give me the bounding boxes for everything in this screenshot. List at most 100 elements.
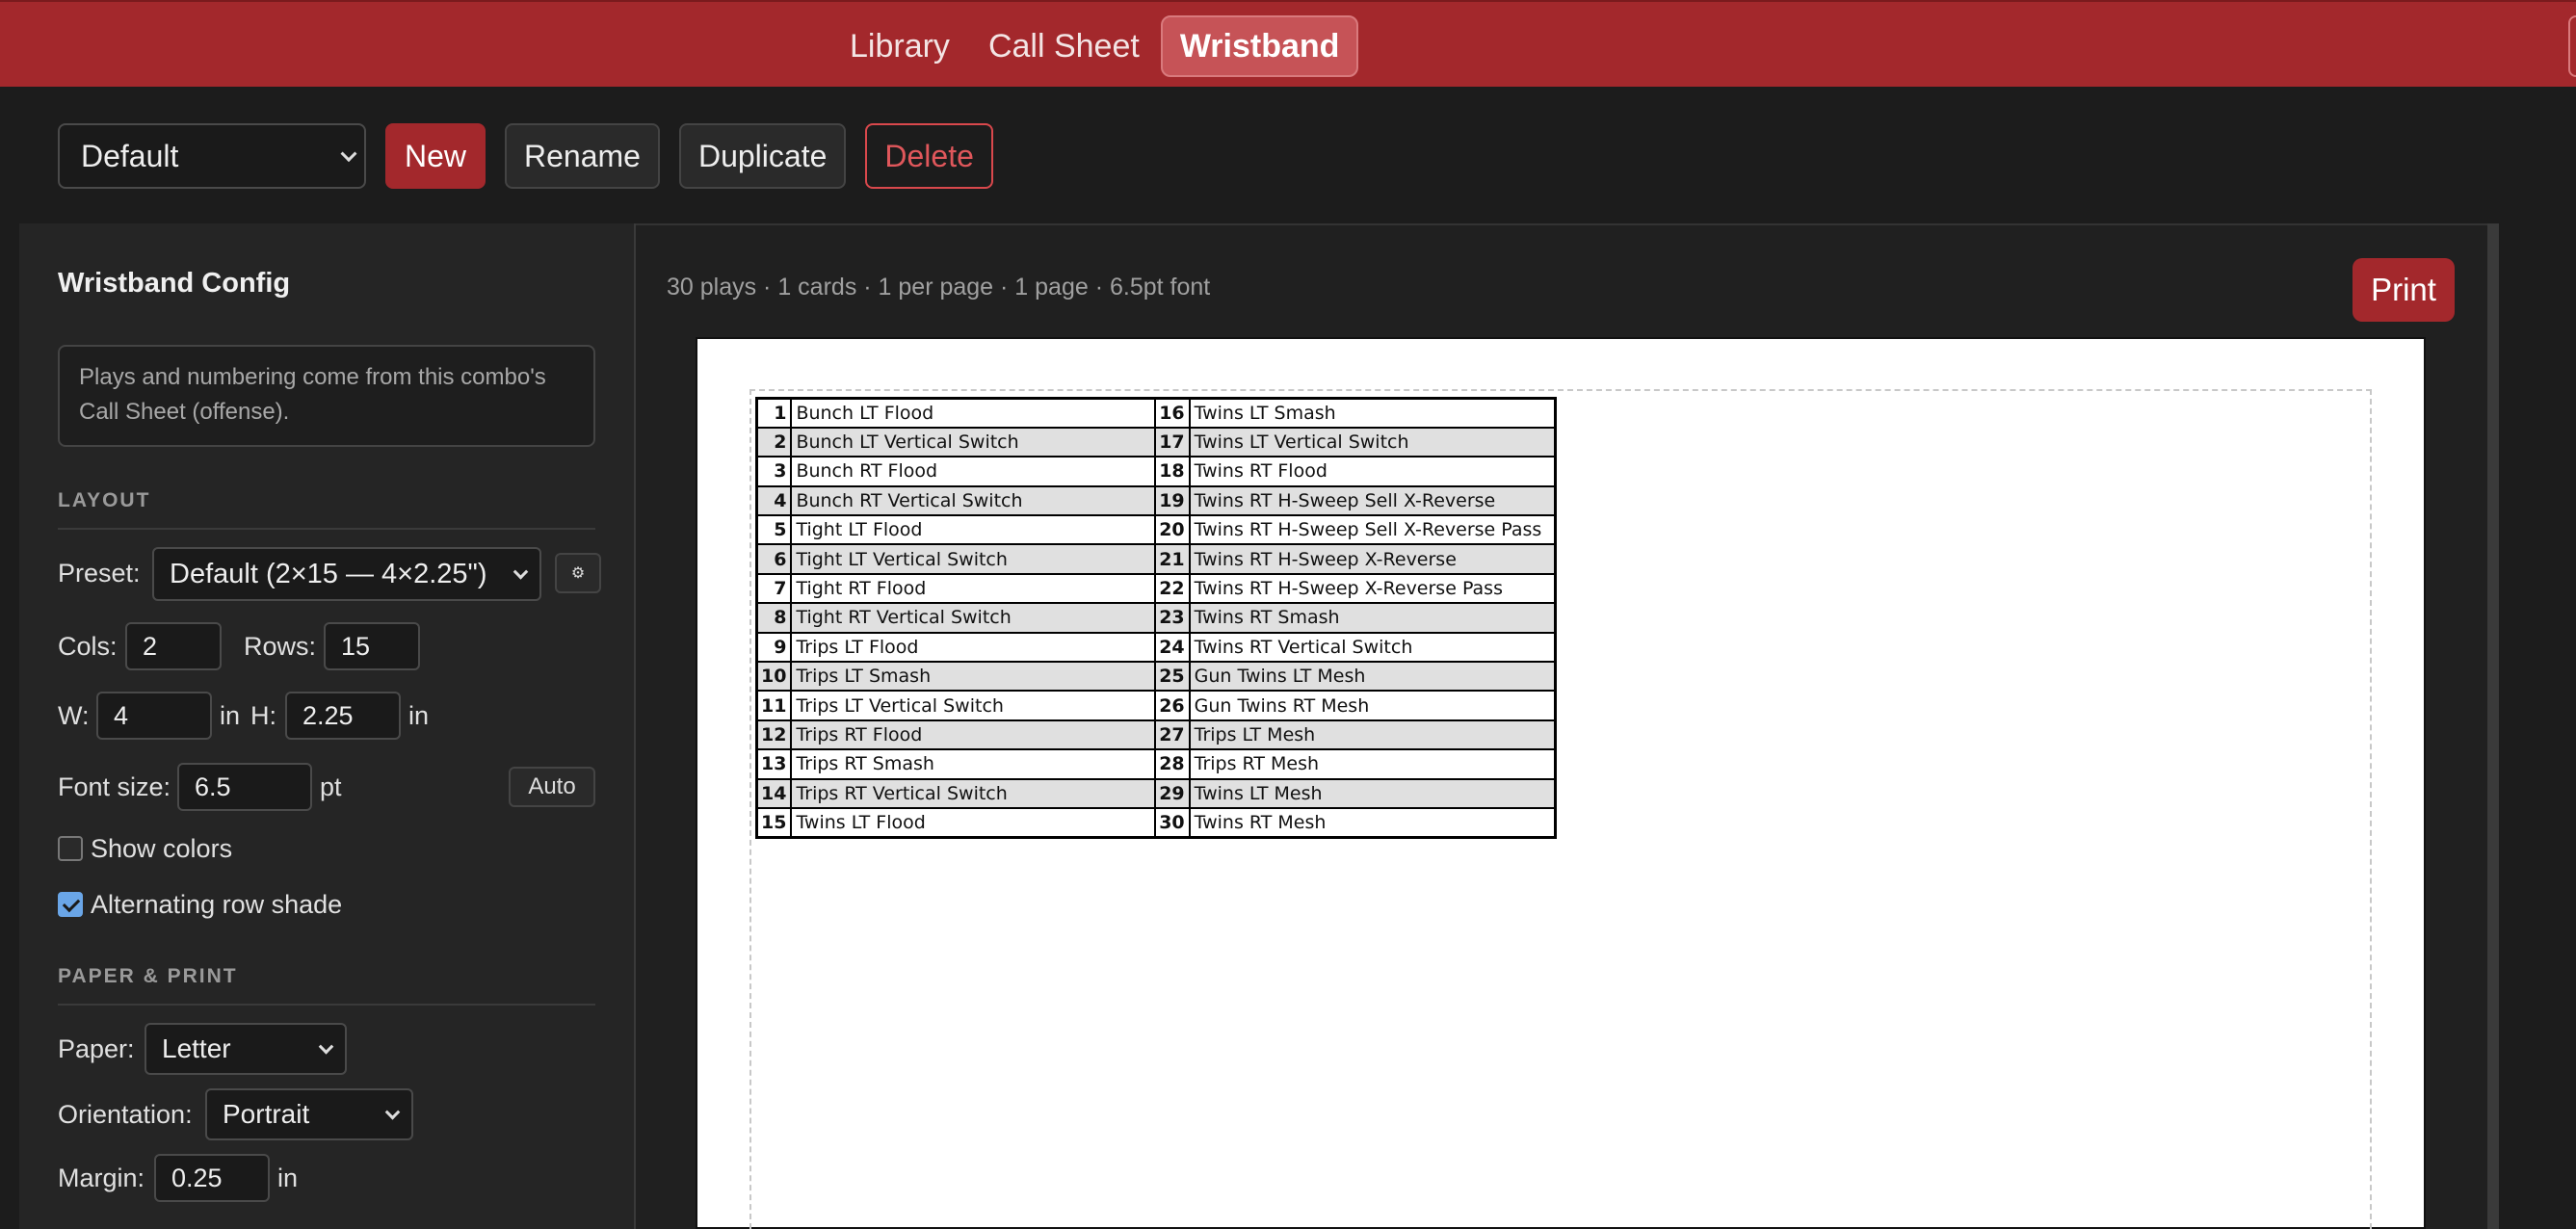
play-name: Twins LT Mesh [1188, 777, 1557, 809]
tab-library[interactable]: Library [832, 15, 967, 77]
wristband-row: 10 Trips LT Smash 25 Gun Twins LT Mesh [755, 661, 1557, 693]
play-name: Tight LT Flood [790, 514, 1156, 546]
play-name: Twins RT Mesh [1188, 806, 1557, 839]
play-number: 23 [1153, 602, 1191, 634]
orientation-value: Portrait [223, 1099, 310, 1129]
play-name: Bunch LT Vertical Switch [790, 426, 1156, 458]
tab-wristband[interactable]: Wristband [1160, 15, 1359, 77]
rename-button[interactable]: Rename [505, 123, 660, 189]
play-name: Bunch RT Flood [790, 456, 1156, 487]
duplicate-button[interactable]: Duplicate [678, 123, 847, 189]
combo-select[interactable]: Default [58, 123, 366, 189]
orientation-select[interactable]: Portrait [205, 1088, 413, 1140]
play-name: Trips LT Smash [790, 661, 1156, 693]
rows-input[interactable]: 15 [324, 622, 420, 670]
wristband-row: 5 Tight LT Flood 20 Twins RT H-Sweep Sell X… [755, 514, 1557, 546]
chevron-down-icon [318, 1039, 334, 1055]
play-name: Trips RT Mesh [1188, 748, 1557, 780]
play-number: 16 [1153, 397, 1191, 429]
paper-heading: PAPER & PRINT [58, 965, 238, 987]
margin-unit: in [277, 1164, 299, 1192]
height-label: H: [250, 701, 276, 730]
play-name: Trips LT Vertical Switch [790, 690, 1156, 721]
play-name: Tight RT Vertical Switch [790, 602, 1156, 634]
width-input[interactable]: 4 [96, 692, 212, 740]
wristband-card: 1 Bunch LT Flood 16 Twins LT Smash 2 Bunch LT… [755, 397, 1557, 839]
wristband-row: 9 Trips LT Flood 24 Twins RT Vertical Switc… [755, 631, 1557, 664]
preset-settings-button[interactable]: ⚙ [555, 553, 601, 593]
width-label: W: [58, 701, 90, 730]
wristband-row: 8 Tight RT Vertical Switch 23 Twins RT Smas… [755, 602, 1557, 634]
config-sidebar: Wristband Config Plays and numbering com… [19, 223, 636, 1229]
cols-input[interactable]: 2 [125, 622, 222, 670]
play-name: Twins LT Vertical Switch [1188, 426, 1557, 458]
wristband-row: 6 Tight LT Vertical Switch 21 Twins RT H-Sw… [755, 543, 1557, 575]
wristband-row: 4 Bunch RT Vertical Switch 19 Twins RT H-Sw… [755, 484, 1557, 517]
main-nav: Library Call Sheet Wristband [832, 15, 1362, 77]
play-name: Bunch LT Flood [790, 397, 1156, 429]
alt-row-shade-label: Alternating row shade [91, 890, 343, 919]
wristband-row: 15 Twins LT Flood 30 Twins RT Mesh [755, 806, 1557, 839]
topbar-overflow-button[interactable] [2568, 15, 2576, 77]
width-unit: in [220, 701, 241, 730]
wristband-row: 11 Trips LT Vertical Switch 26 Gun Twins RT… [755, 690, 1557, 721]
margin-input[interactable]: 0.25 [154, 1154, 270, 1202]
delete-button[interactable]: Delete [865, 123, 993, 189]
preset-select[interactable]: Default (2×15 — 4×2.25") [152, 547, 541, 601]
play-name: Twins RT H-Sweep Sell X-Reverse [1188, 484, 1557, 517]
play-number: 11 [755, 690, 793, 721]
wristband-card-body: 1 Bunch LT Flood 16 Twins LT Smash 2 Bunch LT… [755, 397, 1557, 839]
cols-label: Cols: [58, 632, 118, 661]
layout-heading: LAYOUT [58, 489, 151, 511]
font-size-label: Font size: [58, 772, 171, 801]
play-number: 8 [755, 602, 793, 634]
play-name: Twins RT H-Sweep Sell X-Reverse Pass [1188, 514, 1557, 546]
play-number: 27 [1153, 719, 1191, 751]
combo-select-value: Default [81, 138, 179, 173]
wristband-row: 2 Bunch LT Vertical Switch 17 Twins LT Vert… [755, 426, 1557, 458]
play-name: Trips RT Flood [790, 719, 1156, 751]
play-number: 7 [755, 572, 793, 605]
play-number: 5 [755, 514, 793, 546]
play-name: Trips RT Smash [790, 748, 1156, 780]
layout-divider [58, 528, 595, 530]
play-name: Gun Twins LT Mesh [1188, 661, 1557, 693]
play-number: 15 [755, 806, 793, 839]
play-number: 22 [1153, 572, 1191, 605]
play-name: Trips LT Flood [790, 631, 1156, 664]
play-name: Twins LT Smash [1188, 397, 1557, 429]
tab-call-sheet[interactable]: Call Sheet [971, 15, 1157, 77]
play-number: 28 [1153, 748, 1191, 780]
alt-row-shade-checkbox[interactable] [58, 892, 83, 917]
play-number: 6 [755, 543, 793, 575]
paper-value: Letter [162, 1033, 231, 1063]
play-number: 13 [755, 748, 793, 780]
preset-label: Preset: [58, 559, 141, 588]
play-number: 25 [1153, 661, 1191, 693]
show-colors-checkbox[interactable] [58, 836, 83, 861]
play-number: 10 [755, 661, 793, 693]
play-number: 18 [1153, 456, 1191, 487]
play-number: 1 [755, 397, 793, 429]
sidebar-title: Wristband Config [58, 268, 291, 299]
orientation-label: Orientation: [58, 1100, 193, 1129]
play-number: 14 [755, 777, 793, 809]
preview-summary: 30 plays · 1 cards · 1 per page · 1 page… [667, 274, 1211, 301]
play-number: 4 [755, 484, 793, 517]
height-input[interactable]: 2.25 [285, 692, 401, 740]
print-button[interactable]: Print [2353, 258, 2455, 322]
rows-label: Rows: [244, 632, 317, 661]
scrollbar[interactable] [2487, 223, 2499, 1229]
font-size-input[interactable]: 6.5 [177, 763, 312, 811]
new-button[interactable]: New [385, 123, 486, 189]
chevron-down-icon [513, 564, 529, 580]
play-name: Twins RT Flood [1188, 456, 1557, 487]
play-number: 29 [1153, 777, 1191, 809]
paper-select[interactable]: Letter [145, 1023, 347, 1075]
play-number: 26 [1153, 690, 1191, 721]
paper-label: Paper: [58, 1034, 135, 1063]
play-name: Trips LT Mesh [1188, 719, 1557, 751]
height-unit: in [408, 701, 430, 730]
auto-font-button[interactable]: Auto [509, 767, 595, 807]
wristband-row: 12 Trips RT Flood 27 Trips LT Mesh [755, 719, 1557, 751]
